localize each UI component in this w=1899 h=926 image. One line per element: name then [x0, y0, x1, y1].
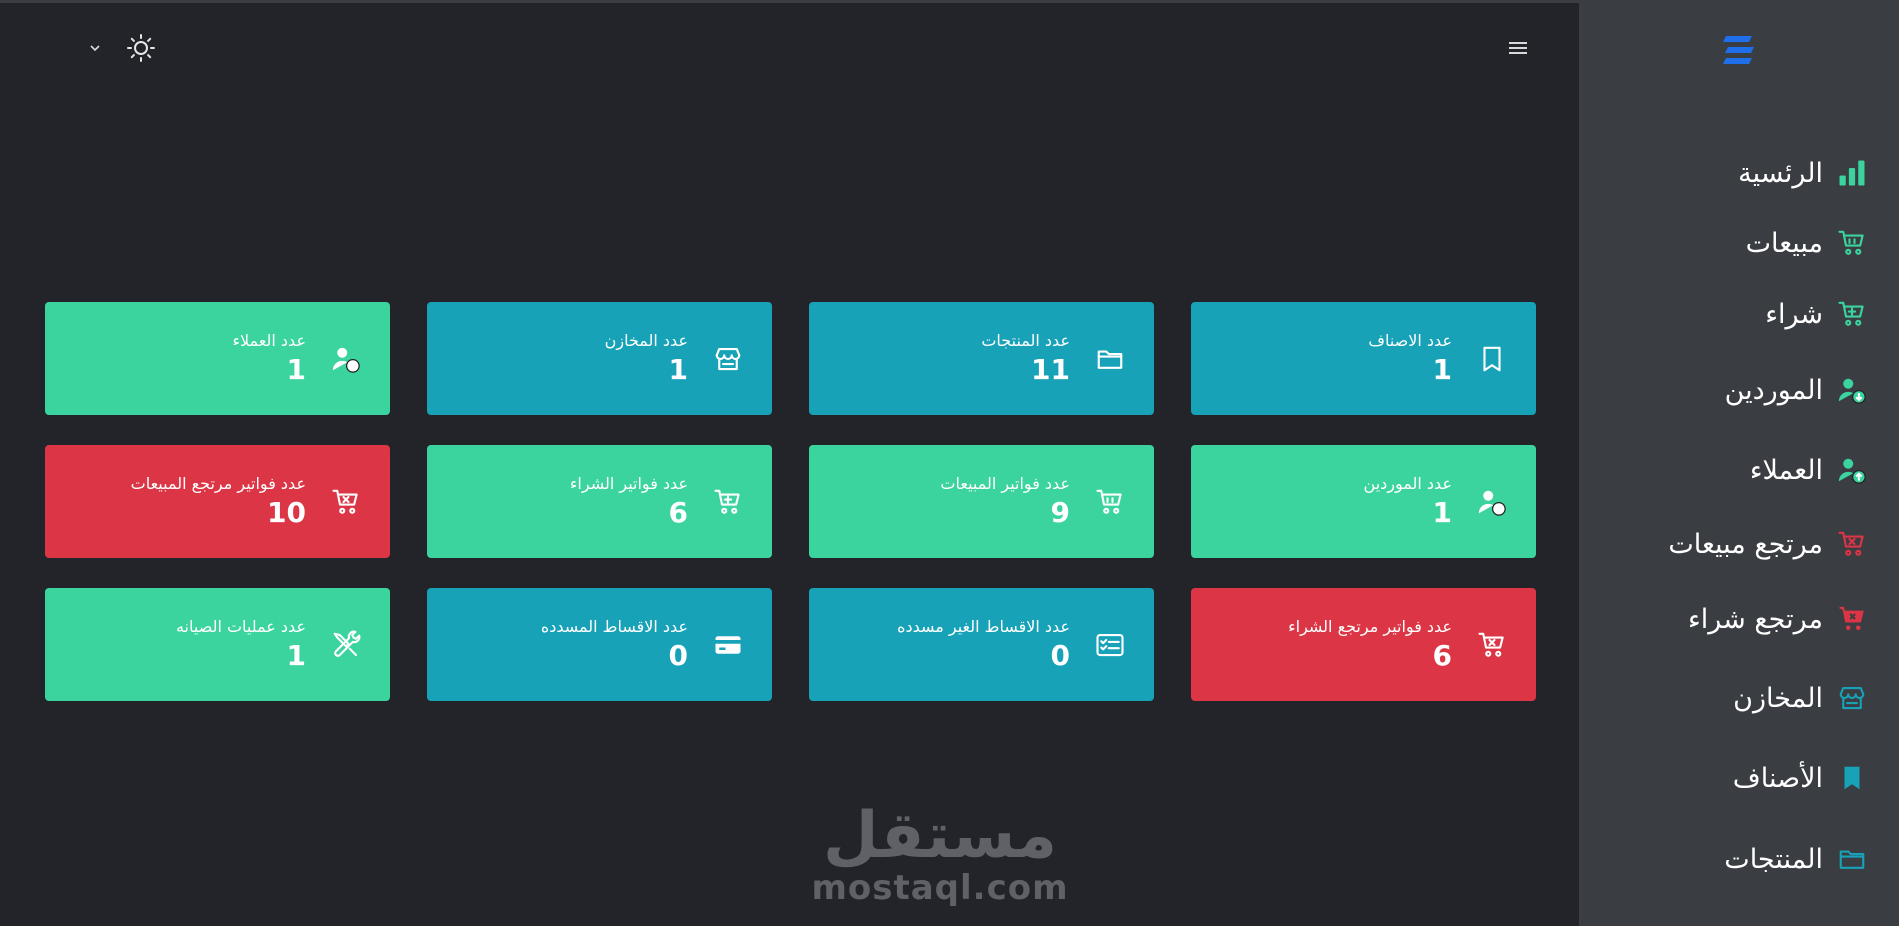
stat-card[interactable]: عدد العملاء 1 — [45, 302, 390, 415]
sidebar-item-purchase-returns[interactable]: مرتجع شراء — [1579, 597, 1869, 641]
folder-icon — [1835, 842, 1869, 876]
stat-card-label: عدد عمليات الصيانه — [175, 616, 306, 636]
stat-card-label: عدد فواتير الشراء — [569, 473, 688, 493]
stat-card[interactable]: عدد الاقساط الغير مسدده 0 — [809, 588, 1154, 701]
stat-card-label: عدد المنتجات — [981, 330, 1070, 350]
stat-card[interactable]: عدد المخازن 1 — [427, 302, 772, 415]
top-header — [0, 3, 1579, 93]
main-content: عدد الاصناف 1 عدد المنتجات 11 عدد المخازن 1… — [0, 3, 1579, 926]
bookmark-filled-icon — [1835, 761, 1869, 795]
watermark-arabic: مستقل — [822, 799, 1058, 873]
stat-card[interactable]: عدد فواتير مرتجع المبيعات 10 — [45, 445, 390, 558]
sidebar-item-sales[interactable]: مبيعات — [1579, 221, 1869, 265]
checklist-icon — [1092, 627, 1128, 663]
stat-card-value: 0 — [668, 638, 688, 672]
stat-card-label: عدد الاقساط المسدده — [540, 616, 688, 636]
stat-card-value: 1 — [286, 352, 306, 386]
sidebar-item-stores[interactable]: المخازن — [1579, 676, 1869, 720]
cart-icon — [1835, 226, 1869, 260]
cart-x-icon — [328, 484, 364, 520]
sidebar-item-label: مرتجع شراء — [1688, 603, 1823, 635]
stat-card-label: عدد فواتير المبيعات — [940, 473, 1070, 493]
cart-x-icon — [1835, 527, 1869, 561]
user-down-icon — [1474, 484, 1510, 520]
hamburger-icon — [1509, 42, 1527, 54]
sidebar-item-label: شراء — [1765, 298, 1823, 330]
sidebar-item-label: المخازن — [1733, 682, 1823, 714]
stats-cards-grid: عدد الاصناف 1 عدد المنتجات 11 عدد المخازن 1… — [43, 302, 1536, 701]
sidebar-item-suppliers[interactable]: الموردين — [1579, 368, 1869, 412]
stat-card-label: عدد فواتير مرتجع الشراء — [1288, 616, 1452, 636]
sidebar-item-label: العملاء — [1749, 454, 1823, 486]
stat-card-label: عدد المخازن — [604, 330, 688, 350]
sidebar-item-label: الرئسية — [1738, 157, 1823, 189]
stat-card-value: 10 — [267, 495, 306, 529]
sidebar-item-purchase[interactable]: شراء — [1579, 292, 1869, 336]
stat-card-value: 9 — [1050, 495, 1070, 529]
stat-card-value: 1 — [1432, 495, 1452, 529]
sidebar-item-categories[interactable]: الأصناف — [1579, 756, 1869, 800]
stat-card-label: عدد فواتير مرتجع المبيعات — [130, 473, 306, 493]
folder-icon — [1092, 341, 1128, 377]
theme-toggle-button[interactable] — [122, 29, 160, 67]
bookmark-icon — [1474, 341, 1510, 377]
cart-plus-icon — [1835, 297, 1869, 331]
sidebar-item-label: مرتجع مبيعات — [1668, 528, 1823, 560]
stat-card[interactable]: عدد فواتير الشراء 6 — [427, 445, 772, 558]
stat-card[interactable]: عدد عمليات الصيانه 1 — [45, 588, 390, 701]
logo-icon[interactable] — [1722, 30, 1756, 70]
sidebar-item-home[interactable]: الرئسية — [1579, 151, 1869, 195]
stat-card-value: 1 — [668, 352, 688, 386]
stat-card-value: 1 — [286, 638, 306, 672]
cart-icon — [1092, 484, 1128, 520]
sidebar-item-label: مبيعات — [1745, 227, 1823, 259]
cart-x-filled-icon — [1835, 602, 1869, 636]
stat-card[interactable]: عدد فواتير مرتجع الشراء 6 — [1191, 588, 1536, 701]
stat-card-value: 6 — [1432, 638, 1452, 672]
stat-card-label: عدد العملاء — [232, 330, 306, 350]
sidebar-item-sales-returns[interactable]: مرتجع مبيعات — [1579, 522, 1869, 566]
credit-card-icon — [710, 627, 746, 663]
stat-card-value: 0 — [1050, 638, 1070, 672]
stat-card[interactable]: عدد المنتجات 11 — [809, 302, 1154, 415]
stat-card-value: 6 — [668, 495, 688, 529]
stat-card[interactable]: عدد فواتير المبيعات 9 — [809, 445, 1154, 558]
user-up-icon — [328, 341, 364, 377]
stat-card-value: 11 — [1031, 352, 1070, 386]
stat-card-value: 1 — [1432, 352, 1452, 386]
sidebar-item-customers[interactable]: العملاء — [1579, 448, 1869, 492]
stat-card[interactable]: عدد الاصناف 1 — [1191, 302, 1536, 415]
watermark-latin: mostaql.com — [811, 868, 1069, 908]
cart-plus-icon — [710, 484, 746, 520]
sidebar-item-label: الأصناف — [1732, 762, 1823, 794]
stat-card[interactable]: عدد الموردين 1 — [1191, 445, 1536, 558]
stat-card-label: عدد الموردين — [1363, 473, 1452, 493]
user-up-icon — [1835, 453, 1869, 487]
sidebar: الرئسية مبيعات شراء الموردين العملاء مرت… — [1579, 3, 1899, 926]
store-icon — [1835, 681, 1869, 715]
tools-icon — [328, 627, 364, 663]
sidebar-item-label: المنتجات — [1724, 843, 1823, 875]
bar-chart-icon — [1835, 156, 1869, 190]
user-down-icon — [1835, 373, 1869, 407]
stat-card[interactable]: عدد الاقساط المسدده 0 — [427, 588, 772, 701]
chevron-down-icon — [90, 45, 100, 52]
watermark: مستقل mostaql.com — [810, 803, 1070, 913]
sun-icon — [127, 34, 155, 62]
menu-toggle-button[interactable] — [1500, 31, 1536, 65]
sidebar-item-label: الموردين — [1724, 374, 1823, 406]
stat-card-label: عدد الاقساط الغير مسدده — [897, 616, 1070, 636]
stat-card-label: عدد الاصناف — [1368, 330, 1452, 350]
user-dropdown-button[interactable] — [84, 37, 106, 59]
cart-x-icon — [1474, 627, 1510, 663]
sidebar-item-products[interactable]: المنتجات — [1579, 837, 1869, 881]
store-icon — [710, 341, 746, 377]
